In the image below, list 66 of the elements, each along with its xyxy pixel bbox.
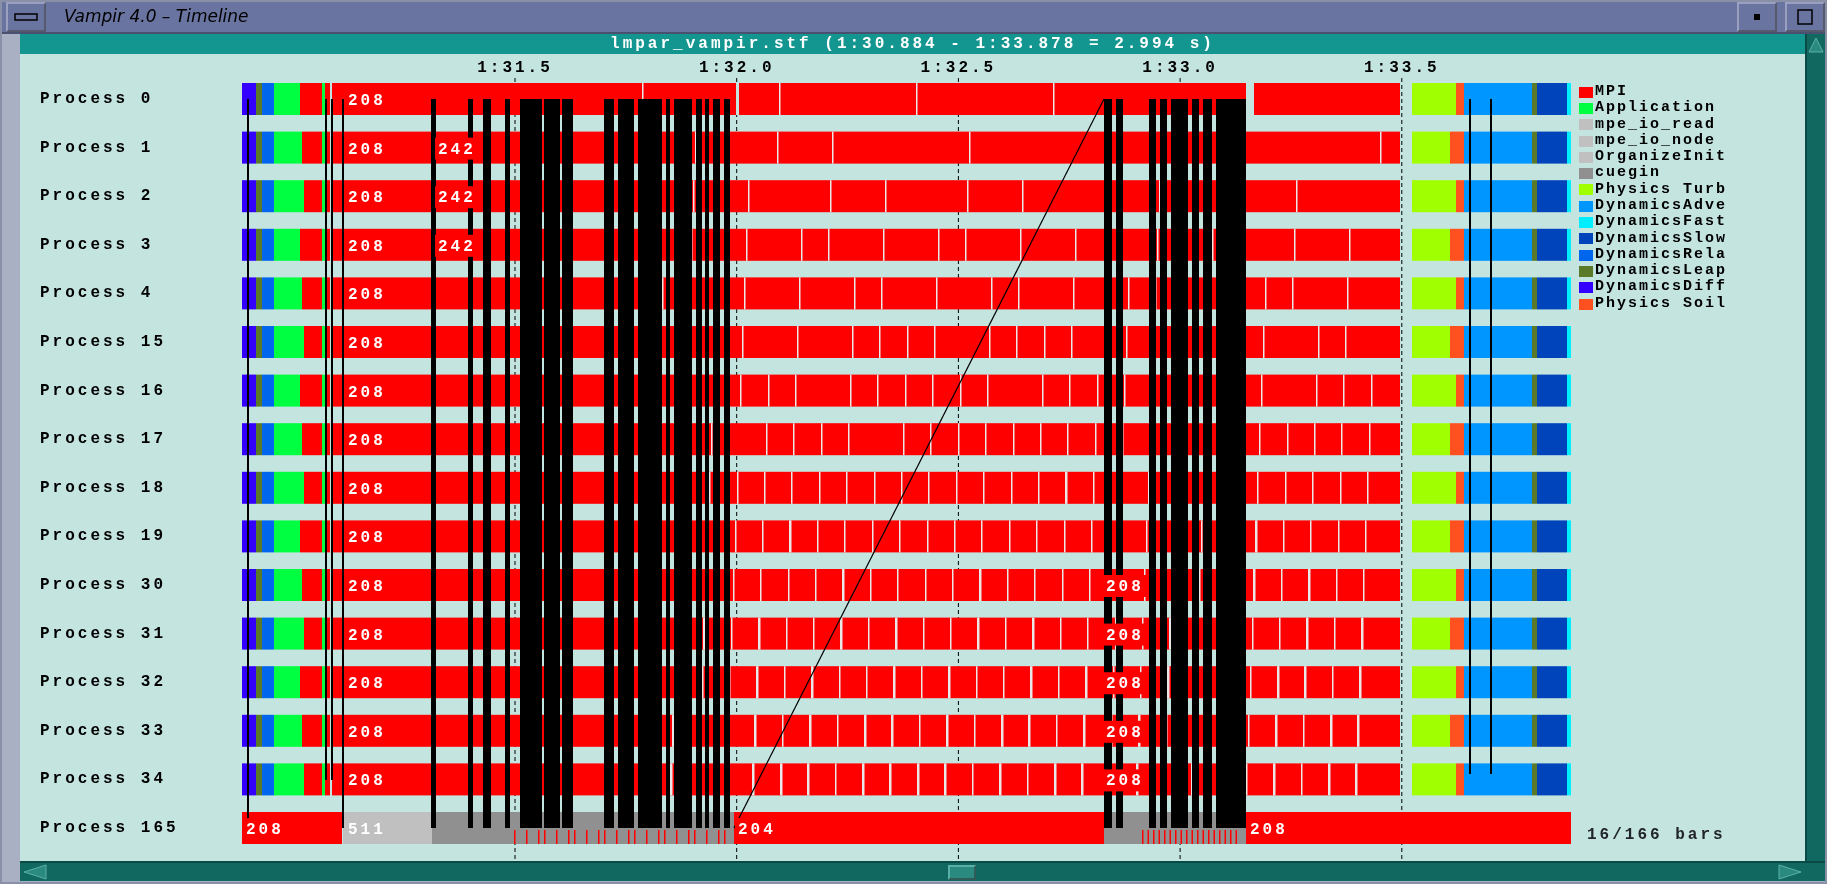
- bar-label: 208: [345, 429, 389, 452]
- process-name: Process 0: [39, 89, 155, 110]
- legend-label: mpe_io_read: [1595, 114, 1717, 133]
- bar-label: 208: [345, 283, 389, 306]
- process-name: Process 1: [39, 137, 155, 159]
- legend-label: cuegin: [1595, 163, 1661, 182]
- legend-label: DynamicsDiff: [1595, 277, 1728, 296]
- process-name: Process 3: [39, 234, 155, 256]
- minimize-button[interactable]: [1737, 2, 1777, 32]
- bar-label: 208: [345, 234, 389, 257]
- bar-label: 208: [345, 526, 389, 549]
- process-name: Process 18: [39, 477, 167, 499]
- process-name: Process 32: [39, 672, 167, 694]
- bar-label: 208: [1247, 818, 1291, 840]
- maximize-icon: [1797, 9, 1813, 25]
- legend-label: Physics Soil: [1595, 293, 1728, 314]
- bar-label: 208: [345, 137, 389, 160]
- bar-label: 208: [345, 89, 389, 111]
- legend-label: DynamicsFast: [1595, 212, 1728, 231]
- legend-label: mpe_io_node: [1595, 131, 1717, 149]
- bar-label: 208: [345, 332, 389, 354]
- bar-label: 511: [345, 818, 389, 840]
- process-name: Process 16: [39, 380, 167, 402]
- process-name: Process 34: [39, 769, 167, 791]
- process-name: Process 17: [39, 429, 167, 451]
- bar-label: 208: [345, 380, 389, 403]
- time-tick: 1:33.5: [1364, 58, 1440, 79]
- legend-label: DynamicsAdve: [1595, 196, 1728, 214]
- legend-label: MPI: [1595, 81, 1628, 100]
- minimize-icon: [1754, 14, 1760, 20]
- process-name: Process 31: [39, 623, 167, 645]
- bar-label: 208: [345, 186, 389, 209]
- process-name: Process 30: [39, 574, 167, 596]
- window-menu-button[interactable]: [6, 2, 46, 32]
- legend-label: OrganizeInit: [1595, 147, 1728, 166]
- trace-title: lmpar_vampir.stf (1:30.884 - 1:33.878 = 2.994 s): [20, 34, 1805, 54]
- time-tick: 1:31.5: [477, 58, 553, 79]
- vertical-scrollbar[interactable]: [1805, 34, 1825, 861]
- legend-label: DynamicsSlow: [1595, 228, 1728, 247]
- bar-label: 208: [345, 769, 389, 792]
- bar-label: 208: [345, 623, 389, 646]
- process-name: Process 15: [39, 331, 167, 353]
- bar-count: 16/166 bars: [1587, 824, 1727, 846]
- process-name: Process 19: [39, 526, 167, 548]
- time-tick: 1:33.0: [1142, 58, 1218, 79]
- legend-label: Application: [1595, 98, 1717, 117]
- legend-label: DynamicsLeap: [1595, 261, 1728, 280]
- process-name: Process 2: [39, 186, 155, 208]
- minus-icon: [14, 13, 38, 21]
- legend-label: DynamicsRela: [1595, 245, 1728, 263]
- bar-label: 208: [345, 477, 389, 500]
- bar-label: 208: [345, 672, 389, 695]
- process-name: Process 4: [39, 283, 155, 305]
- process-name: Process 165: [39, 817, 180, 839]
- process-name: Process 33: [39, 720, 167, 742]
- maximize-button[interactable]: [1785, 2, 1825, 32]
- bar-label: 208: [1103, 623, 1147, 646]
- legend-label: Physics Turb: [1595, 179, 1728, 198]
- bar-label: 208: [345, 575, 389, 597]
- time-tick: 1:32.5: [920, 58, 997, 79]
- horizontal-scrollbar[interactable]: [20, 860, 1825, 881]
- window-title: Vampir 4.0 – Timeline: [64, 5, 249, 29]
- bar-label: 208: [345, 720, 389, 743]
- scroll-thumb[interactable]: [948, 864, 976, 880]
- time-tick: 1:32.0: [698, 58, 775, 79]
- bar-label: 208: [1103, 575, 1147, 597]
